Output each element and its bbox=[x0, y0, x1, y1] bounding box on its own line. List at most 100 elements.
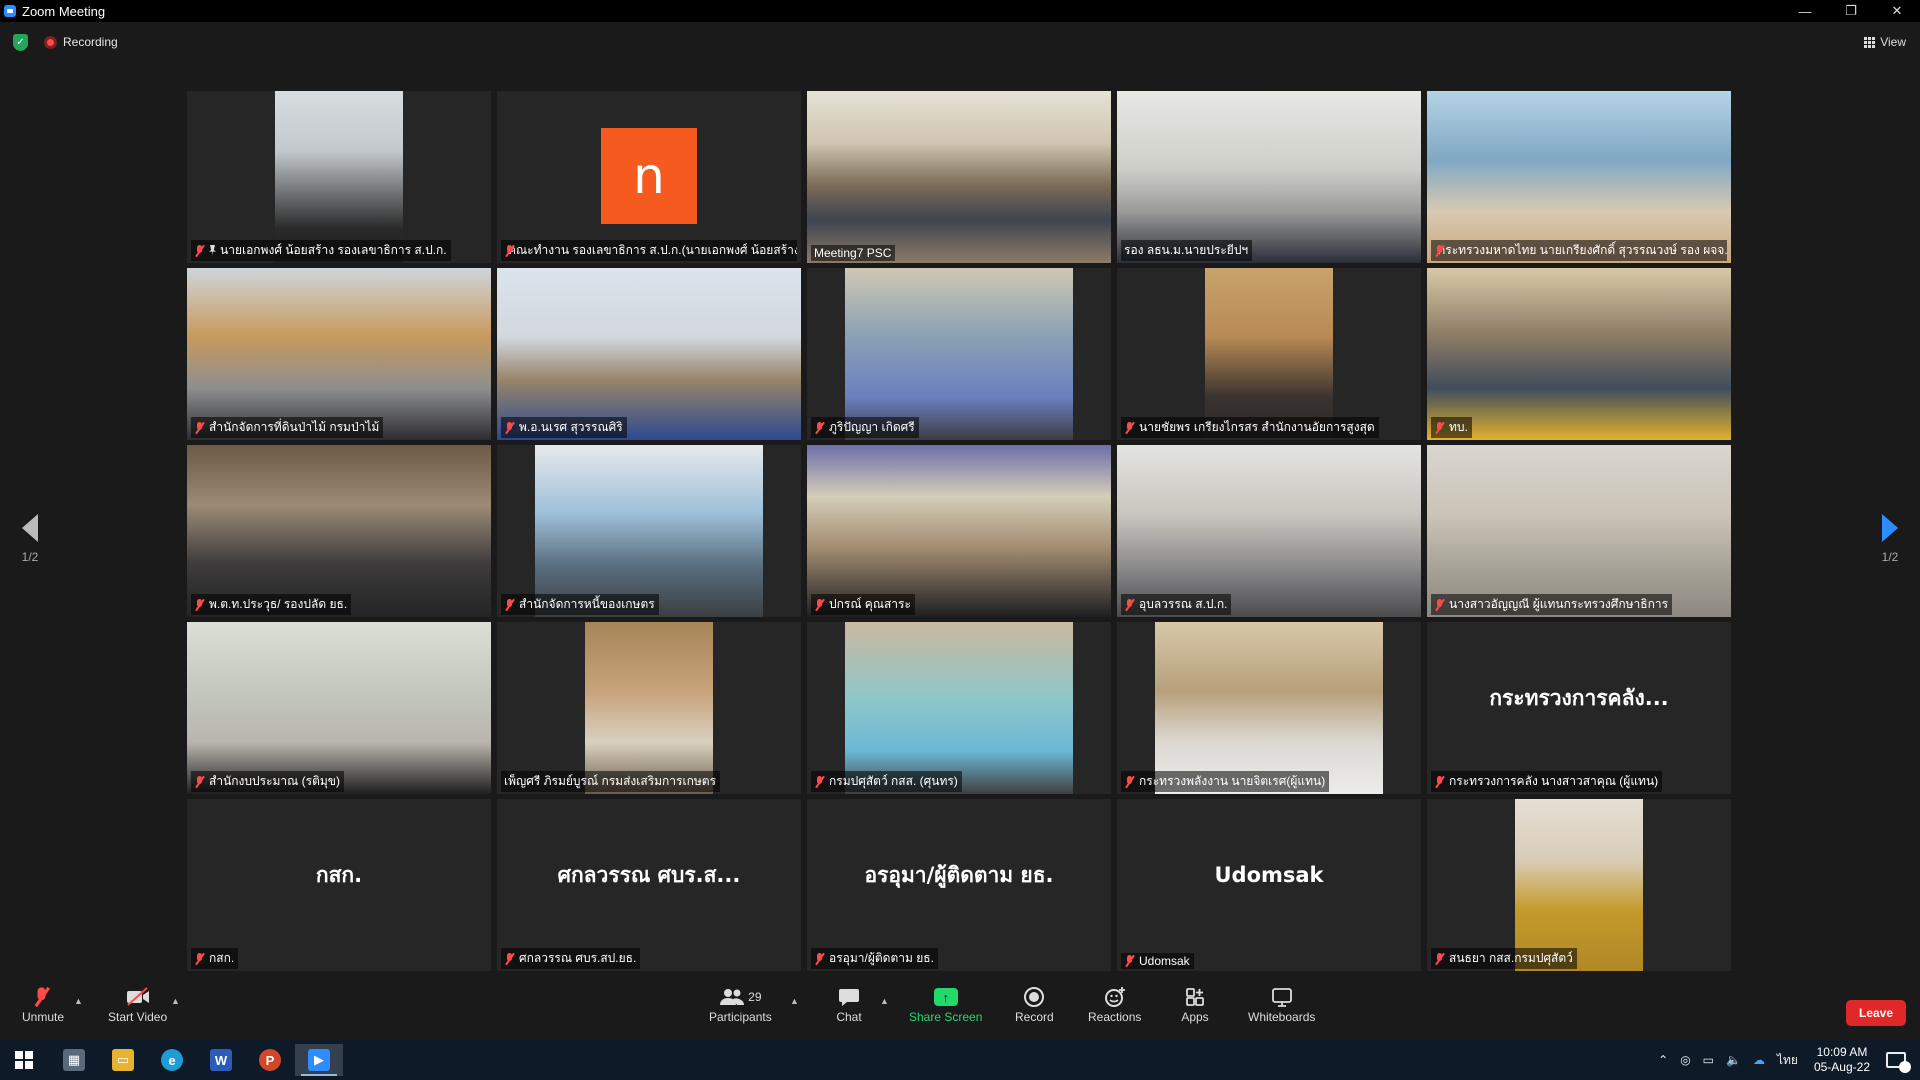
onedrive-cloud-icon[interactable]: ☁ bbox=[1753, 1053, 1765, 1067]
participant-namebar: สำนักจัดการที่ดินป่าไม้ กรมป่าไม้ bbox=[191, 417, 384, 438]
participant-tile[interactable]: ภูริปัญญา เกิดศรี bbox=[807, 268, 1111, 440]
participant-namebar: พ.อ.นเรศ สุวรรณศิริ bbox=[501, 417, 627, 438]
input-language[interactable]: ไทย bbox=[1777, 1051, 1798, 1070]
participant-namebar: กระทรวงมหาดไทย นายเกรียงศักดิ์ สุวรรณวงษ… bbox=[1431, 240, 1727, 261]
volume-icon[interactable]: 🔈 bbox=[1726, 1053, 1741, 1067]
mic-muted-icon bbox=[194, 244, 205, 257]
participant-tile[interactable]: Udomsak Udomsak bbox=[1117, 799, 1421, 971]
participant-tile[interactable]: นายชัยพร เกรียงไกรสร สำนักงานอัยการสูงสุ… bbox=[1117, 268, 1421, 440]
mic-muted-icon bbox=[1124, 598, 1135, 611]
participant-tile[interactable]: กระทรวงมหาดไทย นายเกรียงศักดิ์ สุวรรณวงษ… bbox=[1427, 91, 1731, 263]
participant-tile[interactable]: สนธยา กสส.กรมปศุสัตว์ bbox=[1427, 799, 1731, 971]
participant-tile[interactable]: ศกลวรรณ ศบร.ส... ศกลวรรณ ศบร.สป.ยธ. bbox=[497, 799, 801, 971]
leave-button[interactable]: Leave bbox=[1846, 1000, 1906, 1026]
clock-date: 05-Aug-22 bbox=[1813, 1060, 1870, 1074]
video-options-caret-icon[interactable]: ▲ bbox=[171, 996, 180, 1006]
close-button[interactable]: ✕ bbox=[1874, 0, 1920, 22]
record-button[interactable]: Record bbox=[1015, 984, 1054, 1024]
minimize-button[interactable]: — bbox=[1782, 0, 1828, 22]
participant-tile[interactable]: สำนักจัดการหนี้ของเกษตร bbox=[497, 445, 801, 617]
participant-tile[interactable]: กสก. กสก. bbox=[187, 799, 491, 971]
participant-tile[interactable]: ทบ. bbox=[1427, 268, 1731, 440]
mic-muted-icon bbox=[1434, 952, 1445, 965]
participant-tile[interactable]: n คณะทำงาน รองเลขาธิการ ส.ป.ก.(นายเอกพงศ์… bbox=[497, 91, 801, 263]
action-center-icon[interactable] bbox=[1886, 1052, 1911, 1073]
taskbar-powerpoint[interactable]: P bbox=[246, 1044, 294, 1076]
view-button[interactable]: View bbox=[1864, 35, 1906, 49]
participant-name: Meeting7 PSC bbox=[814, 246, 892, 260]
tray-overflow-chevron-icon[interactable]: ⌃ bbox=[1658, 1053, 1668, 1067]
participant-tile[interactable]: พ.อ.นเรศ สุวรรณศิริ bbox=[497, 268, 801, 440]
start-video-button[interactable]: Start Video bbox=[108, 984, 167, 1024]
participant-tile[interactable]: กระทรวงการคลัง... กระทรวงการคลัง นางสาวสา… bbox=[1427, 622, 1731, 794]
participant-tile[interactable]: Meeting7 PSC bbox=[807, 91, 1111, 263]
participant-video bbox=[1427, 445, 1731, 617]
whiteboard-icon bbox=[1267, 984, 1297, 1010]
participant-namebar: Meeting7 PSC bbox=[811, 245, 896, 261]
meeting-topbar: ✓ Recording View bbox=[0, 22, 1920, 64]
participant-namebar: นางสาวอัญญณี ผู้แทนกระทรวงศึกษาธิการ bbox=[1431, 594, 1673, 615]
powerpoint-icon: P bbox=[259, 1049, 281, 1071]
taskbar-zoom[interactable]: ▶ bbox=[295, 1044, 343, 1076]
participant-tile[interactable]: เพ็ญศรี ภิรมย์บูรณ์ กรมส่งเสริมการเกษตร bbox=[497, 622, 801, 794]
participant-namebar: กรมปศุสัตว์ กสส. (ศุนทร) bbox=[811, 771, 962, 792]
participant-video bbox=[1427, 268, 1731, 440]
participant-tile[interactable]: สำนักจัดการที่ดินป่าไม้ กรมป่าไม้ bbox=[187, 268, 491, 440]
participant-tile[interactable]: กระทรวงพลังงาน นายจิตเรศ(ผู้แทน) bbox=[1117, 622, 1421, 794]
taskbar-file-explorer[interactable]: ▭ bbox=[99, 1044, 147, 1076]
participant-tile[interactable]: สำนักงบประมาณ (รติมุข) bbox=[187, 622, 491, 794]
taskbar-word[interactable]: W bbox=[197, 1044, 245, 1076]
chat-button[interactable]: Chat bbox=[834, 984, 864, 1024]
participant-tile[interactable]: นายเอกพงศ์ น้อยสร้าง รองเลขาธิการ ส.ป.ก. bbox=[187, 91, 491, 263]
reactions-button[interactable]: Reactions bbox=[1088, 984, 1141, 1024]
apps-button[interactable]: Apps bbox=[1180, 984, 1210, 1024]
windows-logo-icon bbox=[15, 1051, 33, 1069]
restore-button[interactable]: ❐ bbox=[1828, 0, 1874, 22]
participant-video bbox=[1117, 91, 1421, 263]
mic-muted-icon bbox=[1434, 775, 1445, 788]
encryption-shield-icon[interactable]: ✓ bbox=[13, 34, 28, 51]
participant-name: กระทรวงมหาดไทย นายเกรียงศักดิ์ สุวรรณวงษ… bbox=[1438, 243, 1727, 257]
whiteboards-button[interactable]: Whiteboards bbox=[1248, 984, 1315, 1024]
participants-caret-icon[interactable]: ▲ bbox=[790, 996, 799, 1006]
participant-name: อรอุมา/ผู้ติดตาม ยธ. bbox=[829, 951, 934, 965]
clock[interactable]: 10:09 AM 05-Aug-22 bbox=[1814, 1045, 1870, 1075]
view-label: View bbox=[1880, 35, 1906, 49]
participant-tile[interactable]: กรมปศุสัตว์ กสส. (ศุนทร) bbox=[807, 622, 1111, 794]
whiteboards-label: Whiteboards bbox=[1248, 1010, 1316, 1024]
unmute-button[interactable]: Unmute bbox=[22, 984, 64, 1024]
share-screen-button[interactable]: ↑ Share Screen bbox=[909, 984, 982, 1024]
share-screen-icon: ↑ bbox=[931, 984, 961, 1010]
mic-muted-icon bbox=[194, 421, 205, 434]
participant-grid: นายเอกพงศ์ น้อยสร้าง รองเลขาธิการ ส.ป.ก.… bbox=[187, 91, 1735, 971]
participants-count: 29 bbox=[748, 990, 762, 1004]
participant-namebar: สำนักงบประมาณ (รติมุข) bbox=[191, 771, 344, 792]
tray-app-icon[interactable]: ◎ bbox=[1680, 1053, 1690, 1067]
participant-tile[interactable]: อุบลวรรณ ส.ป.ก. bbox=[1117, 445, 1421, 617]
start-button[interactable] bbox=[0, 1044, 48, 1076]
next-page-button[interactable]: 1/2 bbox=[1865, 514, 1915, 564]
previous-page-button[interactable]: 1/2 bbox=[5, 514, 55, 564]
recording-indicator[interactable]: Recording bbox=[44, 35, 118, 49]
taskbar-edge[interactable]: e bbox=[148, 1044, 196, 1076]
audio-options-caret-icon[interactable]: ▲ bbox=[74, 996, 83, 1006]
mic-muted-icon bbox=[1434, 598, 1445, 611]
windows-taskbar: ▦ ▭ e W P ▶ ⌃ ◎ ▭ 🔈 ☁ ไทย 10:09 AM 05-Au… bbox=[0, 1040, 1920, 1080]
page-indicator-left: 1/2 bbox=[21, 550, 39, 564]
mic-muted-icon bbox=[1124, 775, 1135, 788]
chat-caret-icon[interactable]: ▲ bbox=[880, 996, 889, 1006]
participant-tile[interactable]: อรอุมา/ผู้ติดตาม ยธ. อรอุมา/ผู้ติดตาม ยธ. bbox=[807, 799, 1111, 971]
participant-tile[interactable]: นางสาวอัญญณี ผู้แทนกระทรวงศึกษาธิการ bbox=[1427, 445, 1731, 617]
participant-video bbox=[187, 268, 491, 440]
participant-tile[interactable]: รอง ลธน.ม.นายประยีปฯ bbox=[1117, 91, 1421, 263]
participant-namebar: Udomsak bbox=[1121, 953, 1194, 969]
participant-tile[interactable]: ปกรณ์ คุณสาระ bbox=[807, 445, 1111, 617]
participants-button[interactable]: 29 Participants bbox=[709, 984, 772, 1024]
network-icon[interactable]: ▭ bbox=[1703, 1053, 1714, 1067]
mic-muted-icon bbox=[504, 598, 515, 611]
taskbar-calculator[interactable]: ▦ bbox=[50, 1044, 98, 1076]
participant-tile[interactable]: พ.ต.ท.ประวุธ/ รองปลัด ยธ. bbox=[187, 445, 491, 617]
participant-video bbox=[807, 91, 1111, 263]
mic-muted-icon bbox=[814, 775, 825, 788]
participant-name: เพ็ญศรี ภิรมย์บูรณ์ กรมส่งเสริมการเกษตร bbox=[504, 774, 717, 788]
